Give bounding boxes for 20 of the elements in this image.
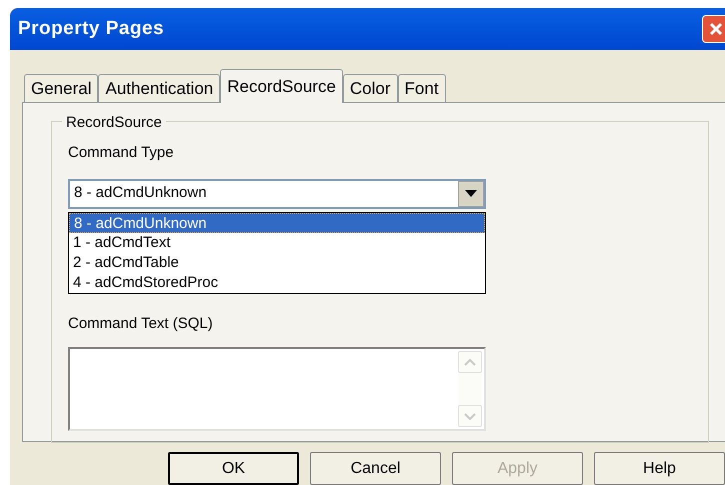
dropdown-option[interactable]: 4 - adCmdStoredProc: [69, 272, 485, 292]
dialog-button[interactable]: OK: [168, 452, 299, 485]
dropdown-option[interactable]: 8 - adCmdUnknown: [69, 212, 485, 232]
tab[interactable]: General: [24, 74, 98, 102]
close-icon: [709, 22, 723, 36]
command-type-dropdown[interactable]: 8 - adCmdUnknown: [68, 178, 486, 208]
dropdown-option[interactable]: 2 - adCmdTable: [69, 252, 485, 272]
tab[interactable]: Font: [398, 74, 446, 102]
close-button[interactable]: [702, 15, 725, 43]
field-label: Command Type: [68, 143, 174, 163]
dropdown-option[interactable]: 1 - adCmdText: [69, 232, 485, 252]
field-label: Command Text (SQL): [68, 314, 213, 334]
tab[interactable]: Authentication: [98, 74, 220, 102]
caret-icon: [465, 190, 477, 197]
dropdown-button[interactable]: [458, 180, 484, 206]
tab[interactable]: Color: [342, 74, 398, 102]
tab[interactable]: RecordSource: [220, 69, 343, 103]
dialog-button[interactable]: Help: [594, 452, 725, 485]
dialog-button[interactable]: Cancel: [310, 452, 441, 485]
window-title: Property Pages: [18, 16, 164, 41]
